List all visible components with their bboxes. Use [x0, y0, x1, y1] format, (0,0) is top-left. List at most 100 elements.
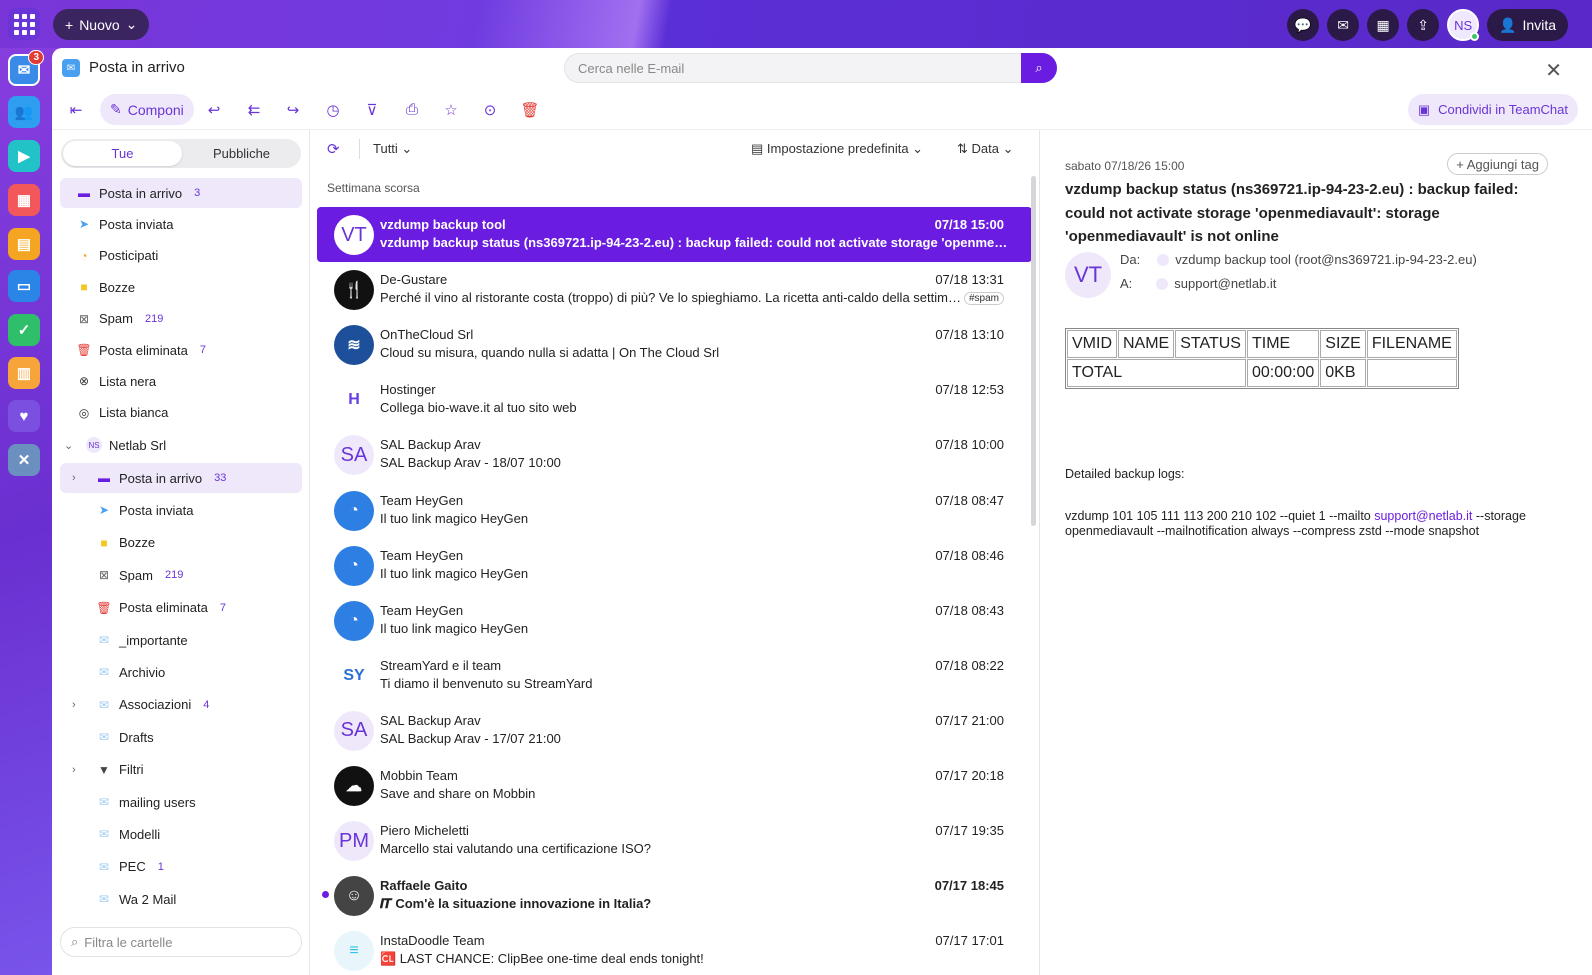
share-teamchat-button[interactable]: ▣ Condividi in TeamChat: [1407, 94, 1578, 125]
to-value[interactable]: support@netlab.it: [1174, 276, 1276, 291]
compose-button[interactable]: ✎ Componi: [100, 94, 194, 125]
refresh-icon[interactable]: ⟳: [327, 140, 340, 158]
chat-bubble-icon[interactable]: 💬: [1287, 9, 1320, 41]
list-item[interactable]: PM Piero Micheletti 07/17 19:35 Marcello st…: [317, 813, 1032, 868]
list-item[interactable]: SY StreamYard e il team 07/18 08:22 Ti diam…: [317, 648, 1032, 703]
folder-item[interactable]: › ▼ Filtri: [60, 755, 302, 785]
video-app-icon[interactable]: ▶: [8, 140, 40, 172]
list-item[interactable]: 🍴 De-Gustare 07/18 13:31 Perché il vino al …: [317, 262, 1032, 317]
folder-item[interactable]: ⊠ Spam 219: [60, 560, 302, 590]
folder-item[interactable]: ✉ Drafts: [60, 722, 302, 752]
search-input[interactable]: Cerca nelle E-mail: [564, 53, 1057, 83]
folder-item[interactable]: ➤ Posta inviata: [60, 209, 302, 239]
from-value[interactable]: vzdump backup tool (root@ns369721.ip-94-…: [1175, 252, 1477, 267]
files-app-icon[interactable]: ▭: [8, 270, 40, 302]
sender-avatar: SA: [334, 710, 374, 751]
list-item[interactable]: VT vzdump backup tool 07/18 15:00 vzdump ba…: [317, 207, 1032, 262]
list-item[interactable]: ≋ OnTheCloud Srl 07/18 13:10 Cloud su misur…: [317, 317, 1032, 372]
trash-icon[interactable]: 🗑: [520, 94, 540, 125]
folder-item[interactable]: 🗑 Posta eliminata 7: [60, 335, 302, 365]
star-icon[interactable]: ☆: [441, 94, 461, 125]
account-item[interactable]: ⌄ NS Netlab Srl: [60, 430, 302, 460]
upload-icon[interactable]: ⇪: [1407, 9, 1440, 41]
folder-item[interactable]: ➤ Posta inviata: [60, 495, 302, 525]
filter-folders-input[interactable]: ⌕ Filtra le cartelle: [60, 927, 302, 957]
close-icon[interactable]: ✕: [1545, 58, 1562, 83]
list-item[interactable]: ◔ Team HeyGen 07/18 08:43 Il tuo link magic…: [317, 593, 1032, 648]
folder-label: Bozze: [119, 535, 156, 551]
search-button[interactable]: ⌕: [1021, 53, 1057, 83]
folder-item[interactable]: ▬ Posta in arrivo 3: [60, 178, 302, 208]
message-icon[interactable]: ✉: [1327, 9, 1360, 41]
list-item[interactable]: ◔ Team HeyGen 07/18 08:47 Il tuo link magic…: [317, 483, 1032, 538]
folder-item[interactable]: ✉ Modelli: [60, 819, 302, 849]
sender-dot: [1157, 253, 1170, 266]
search-icon: ⌕: [1035, 60, 1043, 75]
reply-all-icon[interactable]: ⇇: [244, 94, 264, 125]
tasks-app-icon[interactable]: ✓: [8, 314, 40, 346]
sort-dropdown[interactable]: ⇅ Data ⌄: [957, 141, 1014, 157]
list-item[interactable]: ☁ Mobbin Team 07/17 20:18 Save and share on…: [317, 758, 1032, 813]
new-button[interactable]: + Nuovo ⌄: [53, 9, 150, 40]
forward-icon[interactable]: ↪: [283, 94, 303, 125]
chevron-right-icon[interactable]: ›: [72, 472, 76, 484]
folder-item[interactable]: › ▬ Posta in arrivo 33: [60, 463, 302, 493]
list-item[interactable]: SA SAL Backup Arav 07/17 21:00 SAL Backup A…: [317, 703, 1032, 758]
add-tag-button[interactable]: + Aggiungi tag: [1447, 153, 1548, 175]
table-header: TIME: [1246, 330, 1320, 358]
folder-item[interactable]: › ✉ Associazioni 4: [60, 690, 302, 720]
scrollbar[interactable]: [1031, 176, 1036, 526]
chevron-right-icon[interactable]: ›: [72, 764, 76, 776]
folder-item[interactable]: ✉ Wa 2 Mail: [60, 884, 302, 914]
tools-app-icon[interactable]: ✕: [8, 444, 40, 476]
folder-item[interactable]: ✉ Archivio: [60, 657, 302, 687]
folder-item[interactable]: ■ Bozze: [60, 528, 302, 558]
mail-app-icon[interactable]: ✉ 3: [8, 50, 44, 86]
folder-item[interactable]: ⊠ Spam 219: [60, 304, 302, 334]
tab-public[interactable]: Pubbliche: [182, 146, 301, 161]
mailto-link[interactable]: support@netlab.it: [1374, 509, 1472, 523]
spam-tag: #spam: [963, 292, 1004, 306]
folder-item[interactable]: 🗑 Posta eliminata 7: [60, 593, 302, 623]
calendar-app-icon[interactable]: ▦: [8, 184, 40, 216]
sender-name: SAL Backup Arav: [380, 712, 481, 728]
compose-icon: ✎: [110, 101, 122, 117]
apps-grid-icon[interactable]: [8, 8, 40, 40]
list-item[interactable]: ≡ InstaDoodle Team 07/17 17:01 🆑 LAST CHANC…: [317, 923, 1032, 975]
folder-count: 3: [194, 187, 201, 199]
filter-dropdown[interactable]: Tutti ⌄: [373, 141, 412, 157]
user-avatar[interactable]: NS: [1447, 9, 1480, 41]
list-item[interactable]: H Hostinger 07/18 12:53 Collega bio-wave.it…: [317, 372, 1032, 427]
folder-item[interactable]: ✉ _importante: [60, 625, 302, 655]
folder-label: mailing users: [119, 794, 196, 810]
list-item[interactable]: ◔ Team HeyGen 07/18 08:46 Il tuo link magic…: [317, 538, 1032, 593]
docs-app-icon[interactable]: ▥: [8, 357, 40, 389]
chat-app-icon[interactable]: ♥: [8, 400, 40, 432]
list-item[interactable]: SA SAL Backup Arav 07/18 10:00 SAL Backup A…: [317, 427, 1032, 482]
more-icon[interactable]: ⊙: [480, 94, 500, 125]
folder-item[interactable]: ◎ Lista bianca: [60, 398, 302, 428]
chevron-right-icon[interactable]: ›: [72, 699, 76, 711]
message-subject: SAL Backup Arav - 17/07 21:00: [380, 730, 561, 746]
folder-item[interactable]: ⊗ Lista nera: [60, 366, 302, 396]
folder-item[interactable]: ✉ PEC 1: [60, 852, 302, 882]
thumbs-down-icon[interactable]: ⊽: [362, 94, 382, 125]
reply-icon[interactable]: ↩: [204, 94, 224, 125]
folder-item[interactable]: ✉ mailing users: [60, 787, 302, 817]
print-icon[interactable]: ⎙: [402, 94, 422, 125]
tab-mine[interactable]: Tue: [63, 141, 182, 166]
snooze-clock-icon[interactable]: ◷: [323, 94, 343, 125]
view-dropdown[interactable]: ▤ Impostazione predefinita ⌄: [751, 141, 923, 157]
list-item[interactable]: ☺ Raffaele Gaito 07/17 18:45 𝑰𝑻 Com'è la si…: [317, 868, 1032, 923]
folder-item[interactable]: ◔ Posticipati: [60, 241, 302, 271]
folder-item[interactable]: ■ Bozze: [60, 272, 302, 302]
chevron-down-icon[interactable]: ⌄: [64, 439, 84, 452]
collapse-sidebar-icon[interactable]: ⇤: [66, 94, 86, 125]
folder-label: Spam: [119, 567, 153, 583]
invite-button[interactable]: 👤 Invita: [1487, 9, 1568, 41]
notes-app-icon[interactable]: ▤: [8, 228, 40, 260]
message-subject: 𝑰𝑻 Com'è la situazione innovazione in It…: [380, 896, 652, 912]
contacts-app-icon[interactable]: 👥: [8, 96, 40, 128]
sender-avatar: PM: [334, 821, 374, 862]
calendar-icon[interactable]: ▦: [1367, 9, 1400, 41]
